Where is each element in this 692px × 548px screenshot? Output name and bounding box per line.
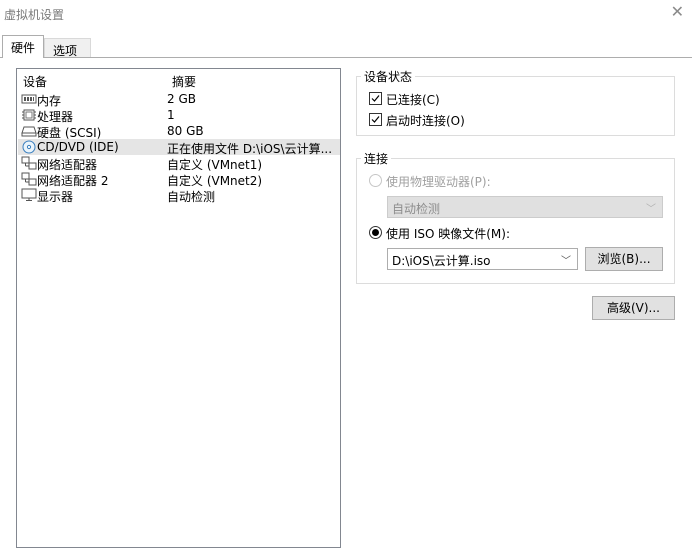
tab-options[interactable]: 选项: [44, 38, 91, 58]
connect-at-power-on-checkbox-row[interactable]: 启动时连接(O): [369, 112, 569, 128]
device-row-processor[interactable]: 处理器 1: [18, 107, 340, 124]
display-icon: [21, 188, 37, 202]
device-summary: 自动检测: [167, 190, 216, 204]
network-adapter-icon: [21, 172, 37, 186]
window-title: 虚拟机设置: [4, 8, 65, 22]
tab-divider: [0, 57, 692, 58]
connection-title: 连接: [361, 150, 392, 167]
device-row-network-adapter-2[interactable]: 网络适配器 2 自定义 (VMnet2): [18, 171, 340, 188]
device-summary: 80 GB: [167, 124, 204, 138]
device-summary: 2 GB: [167, 92, 196, 106]
memory-icon: [21, 92, 37, 106]
close-icon[interactable]: ✕: [671, 4, 684, 20]
title-bar: 虚拟机设置 ✕: [0, 0, 692, 30]
physical-drive-select[interactable]: 自动检测 ﹀: [387, 196, 663, 218]
device-name: CD/DVD (IDE): [37, 140, 119, 154]
device-list[interactable]: 设备 摘要 内存 2 GB 处理器 1 硬盘 (SCSI) 80 GB CD/D…: [16, 68, 341, 548]
connected-checkbox-row[interactable]: 已连接(C): [369, 91, 569, 107]
physical-drive-select-value: 自动检测: [392, 202, 441, 216]
physical-drive-radio-row[interactable]: 使用物理驱动器(P):: [369, 173, 619, 189]
network-adapter-icon: [21, 156, 37, 170]
tab-strip: 硬件 选项: [0, 35, 692, 58]
device-row-display[interactable]: 显示器 自动检测: [18, 187, 340, 204]
device-row-cd-dvd[interactable]: CD/DVD (IDE) 正在使用文件 D:\iOS\云计算...: [18, 139, 340, 156]
device-row-network-adapter[interactable]: 网络适配器 自定义 (VMnet1): [18, 155, 340, 172]
tab-hardware[interactable]: 硬件: [2, 35, 44, 58]
physical-drive-radio[interactable]: [369, 174, 382, 187]
iso-image-radio[interactable]: [369, 226, 382, 239]
connect-at-power-on-checkbox[interactable]: [369, 113, 382, 126]
browse-button[interactable]: 浏览(B)...: [585, 247, 663, 271]
device-name: 显示器: [37, 190, 74, 204]
connected-label: 已连接(C): [386, 93, 440, 107]
device-row-hard-disk[interactable]: 硬盘 (SCSI) 80 GB: [18, 123, 340, 140]
device-summary: 1: [167, 108, 175, 122]
iso-path-combo[interactable]: D:\iOS\云计算.iso ﹀: [387, 248, 578, 270]
cd-dvd-icon: [21, 140, 37, 154]
iso-image-radio-row[interactable]: 使用 ISO 映像文件(M):: [369, 225, 619, 241]
iso-image-label: 使用 ISO 映像文件(M):: [386, 227, 510, 241]
radio-selected-dot: [372, 229, 379, 236]
physical-drive-label: 使用物理驱动器(P):: [386, 175, 491, 189]
hard-disk-icon: [21, 124, 37, 138]
connected-checkbox[interactable]: [369, 92, 382, 105]
processor-icon: [21, 108, 37, 122]
chevron-down-icon[interactable]: ﹀: [561, 252, 571, 267]
iso-path-value: D:\iOS\云计算.iso: [392, 254, 491, 268]
advanced-button[interactable]: 高级(V)...: [592, 296, 675, 320]
header-device: 设备: [23, 75, 48, 89]
list-header: 设备 摘要: [23, 73, 343, 89]
device-row-memory[interactable]: 内存 2 GB: [18, 91, 340, 108]
device-status-title: 设备状态: [361, 68, 416, 85]
connect-at-power-on-label: 启动时连接(O): [386, 114, 465, 128]
chevron-down-icon: ﹀: [646, 204, 656, 215]
header-summary: 摘要: [172, 75, 197, 89]
